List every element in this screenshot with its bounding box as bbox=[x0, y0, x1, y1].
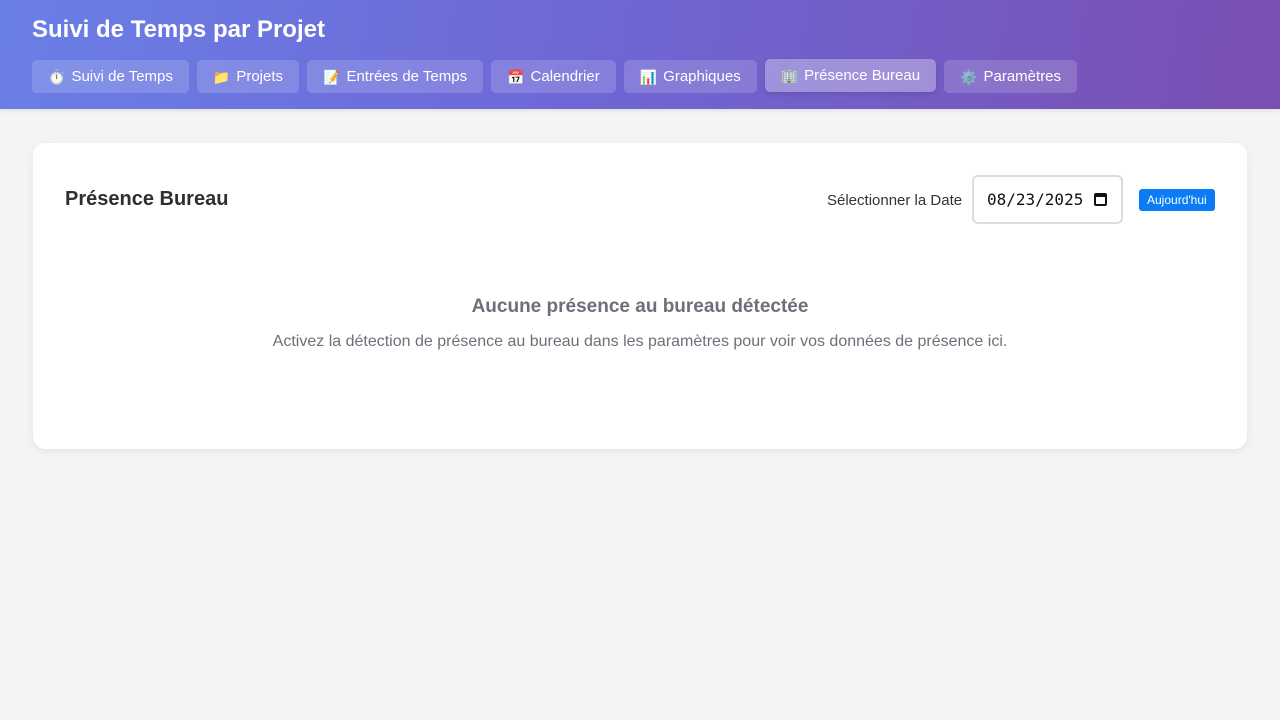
tab-label: Projets bbox=[236, 68, 284, 85]
memo-icon: 📝 bbox=[323, 68, 341, 85]
tab-projets[interactable]: 📁 Projets bbox=[196, 60, 300, 93]
tab-suivi-de-temps[interactable]: ⏱️ Suivi de Temps bbox=[32, 60, 189, 93]
tab-graphiques[interactable]: 📊 Graphiques bbox=[623, 60, 757, 93]
today-button[interactable]: Aujourd'hui bbox=[1139, 189, 1215, 211]
app-title: Suivi de Temps par Projet bbox=[32, 16, 325, 43]
page-title: Présence Bureau bbox=[65, 188, 229, 210]
date-value: 08/23/2025 bbox=[987, 190, 1084, 209]
tab-label: Entrées de Temps bbox=[346, 68, 468, 85]
tab-presence-bureau[interactable]: 🏢 Présence Bureau bbox=[764, 59, 937, 92]
nav-tabs: ⏱️ Suivi de Temps 📁 Projets 📝 Entrées de… bbox=[32, 59, 1078, 93]
date-label: Sélectionner la Date bbox=[827, 192, 963, 209]
stopwatch-icon: ⏱️ bbox=[48, 68, 66, 85]
empty-state-title: Aucune présence au bureau détectée bbox=[471, 296, 809, 317]
tab-label: Paramètres bbox=[983, 68, 1062, 85]
app-header: Suivi de Temps par Projet ⏱️ Suivi de Te… bbox=[0, 0, 1280, 109]
office-building-icon: 🏢 bbox=[780, 67, 799, 84]
bar-chart-icon: 📊 bbox=[639, 68, 658, 85]
tab-label: Graphiques bbox=[663, 68, 741, 85]
calendar-icon: 📅 bbox=[507, 68, 525, 85]
tab-label: Calendrier bbox=[530, 68, 600, 85]
tab-entrees-de-temps[interactable]: 📝 Entrées de Temps bbox=[307, 60, 484, 93]
calendar-picker-icon[interactable] bbox=[1094, 193, 1107, 206]
tab-label: Présence Bureau bbox=[804, 67, 921, 84]
tab-parametres[interactable]: ⚙️ Paramètres bbox=[944, 60, 1078, 93]
empty-state-message: Activez la détection de présence au bure… bbox=[272, 333, 1008, 350]
folder-icon: 📁 bbox=[212, 68, 231, 85]
date-picker-input[interactable]: 08/23/2025 bbox=[972, 175, 1123, 224]
tab-label: Suivi de Temps bbox=[71, 68, 173, 85]
gear-icon: ⚙️ bbox=[960, 68, 978, 85]
tab-calendrier[interactable]: 📅 Calendrier bbox=[491, 60, 616, 93]
presence-card: Présence Bureau Sélectionner la Date 08/… bbox=[33, 143, 1247, 449]
